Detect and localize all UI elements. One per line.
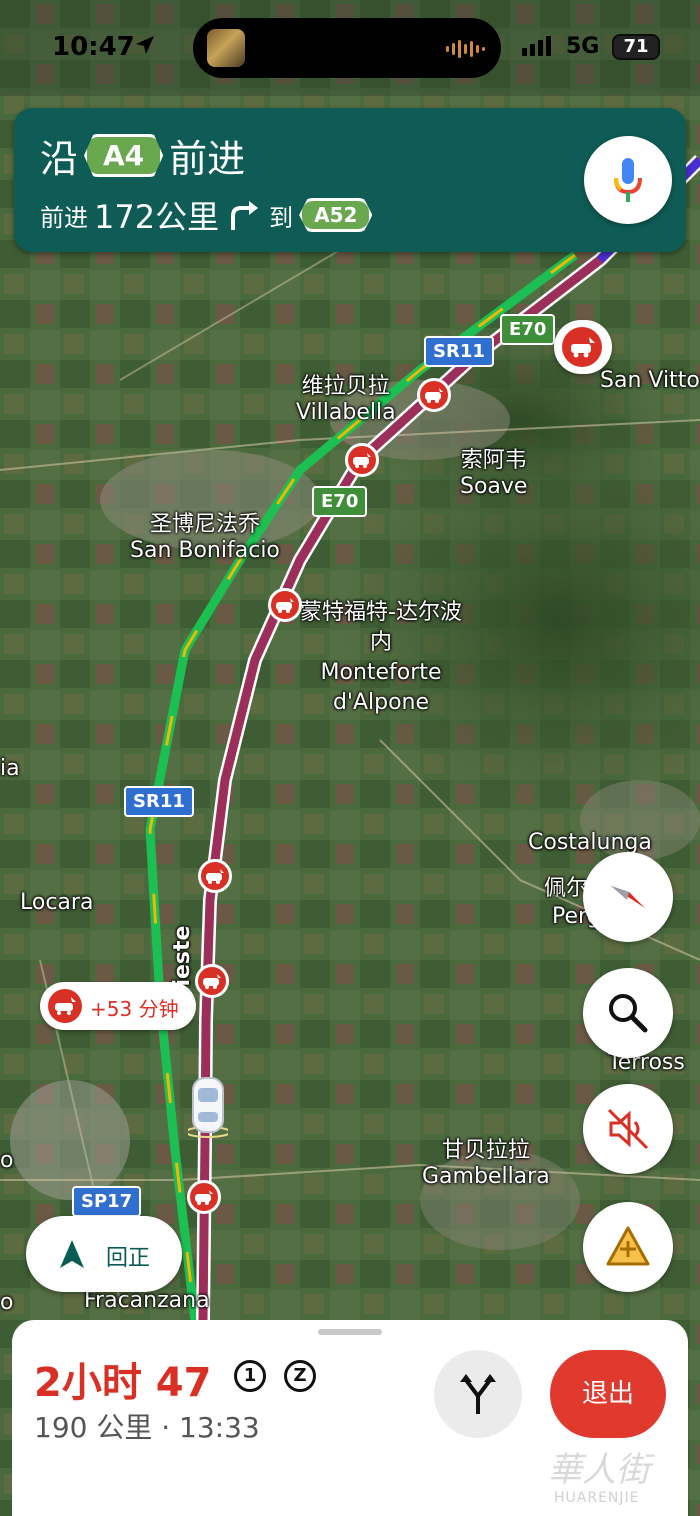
place-label: ia (0, 756, 20, 781)
exit-navigation-button[interactable]: 退出 (550, 1350, 666, 1438)
car-position-icon (188, 1077, 228, 1138)
compass-button[interactable] (583, 852, 673, 942)
incident-callout[interactable] (554, 320, 612, 374)
report-incident-icon (606, 1226, 650, 1266)
place-label: San Vittor (600, 368, 700, 393)
road-sign-sp17: SP17 (72, 1186, 142, 1217)
distance: 172公里 (94, 198, 220, 236)
report-incident-button[interactable] (583, 1202, 673, 1292)
watermark-cn: 華人街 (548, 1450, 650, 1490)
navigation-arrow-icon (60, 1240, 84, 1268)
place-label: 圣博尼法乔 San Bonifacio (130, 512, 280, 563)
incident-marker[interactable] (195, 964, 229, 998)
network-type: 5G (566, 34, 600, 59)
place-label: o (0, 1148, 14, 1173)
search-icon (609, 994, 648, 1033)
sound-off-icon (607, 1108, 649, 1150)
instruction-prefix: 沿 (40, 137, 79, 181)
battery-icon: 71 (612, 34, 660, 60)
search-button[interactable] (583, 968, 673, 1058)
to-label: 到 (269, 203, 294, 232)
media-thumbnail (207, 29, 245, 67)
place-label: Costalunga (528, 830, 652, 855)
place-label: o (0, 1290, 14, 1315)
incident-marker[interactable] (268, 588, 302, 622)
alternate-routes-button[interactable] (434, 1350, 522, 1438)
place-label: 索阿韦 Soave (460, 448, 528, 499)
clock: 10:47 (52, 32, 135, 62)
status-bar: 10:47 5G 71 (0, 0, 700, 96)
road-sign-e70: E70 (312, 486, 368, 517)
delay-bubble[interactable]: +53 分钟 (40, 982, 196, 1030)
crash-icon (562, 327, 602, 367)
incident-marker[interactable] (345, 443, 379, 477)
place-label: 佩尔 (544, 876, 589, 901)
watermark: 華人街 HUARENJIE (548, 1440, 688, 1510)
dynamic-island[interactable] (193, 18, 501, 78)
place-label: 蒙特福特-达尔波内 Monteforte d'Alpone (300, 600, 462, 715)
turn-right-icon (231, 201, 259, 230)
incident-marker[interactable] (417, 378, 451, 412)
compass-icon (611, 886, 645, 908)
mute-button[interactable] (583, 1084, 673, 1174)
road-shield-a52: A52 (299, 198, 373, 232)
crash-icon (48, 989, 82, 1023)
mic-icon (614, 158, 642, 202)
signal-icon (522, 36, 551, 56)
trip-summary: 190 公里 · 13:33 (34, 1411, 260, 1444)
route-fork-icon (460, 1374, 496, 1414)
incident-marker[interactable] (198, 859, 232, 893)
road-sign-sr11: SR11 (424, 336, 494, 367)
place-label: 甘贝拉拉 Gambellara (422, 1138, 550, 1189)
road-sign-sr11: SR11 (124, 786, 194, 817)
voice-search-button[interactable] (584, 136, 672, 224)
sub-prefix: 前进 (40, 203, 88, 232)
instruction-main: 沿 A4 前进 (40, 128, 245, 183)
recenter-label: 回正 (106, 1246, 151, 1271)
eta-hours: 2小时 (34, 1360, 142, 1406)
instruction-suffix: 前进 (169, 137, 246, 181)
toll-badge-icon: 1 (234, 1360, 266, 1392)
recenter-button[interactable]: 回正 (26, 1216, 182, 1292)
location-arrow-icon (136, 36, 154, 54)
road-shield-a4: A4 (84, 134, 164, 177)
incident-marker[interactable] (187, 1180, 221, 1214)
audio-wave-icon (446, 40, 485, 58)
zone-badge-icon: Z (284, 1360, 316, 1392)
eta-duration: 2小时 47 (34, 1350, 211, 1408)
instruction-sub: 前进 172公里 到 A52 (40, 192, 373, 238)
place-label: Locara (20, 890, 94, 915)
delay-text: +53 分钟 (90, 997, 179, 1021)
eta-minutes: 47 (155, 1360, 212, 1406)
watermark-en: HUARENJIE (554, 1490, 640, 1506)
place-label: 维拉贝拉 Villabella (296, 374, 396, 425)
sheet-handle[interactable] (318, 1329, 382, 1335)
road-sign-e70: E70 (500, 314, 556, 345)
